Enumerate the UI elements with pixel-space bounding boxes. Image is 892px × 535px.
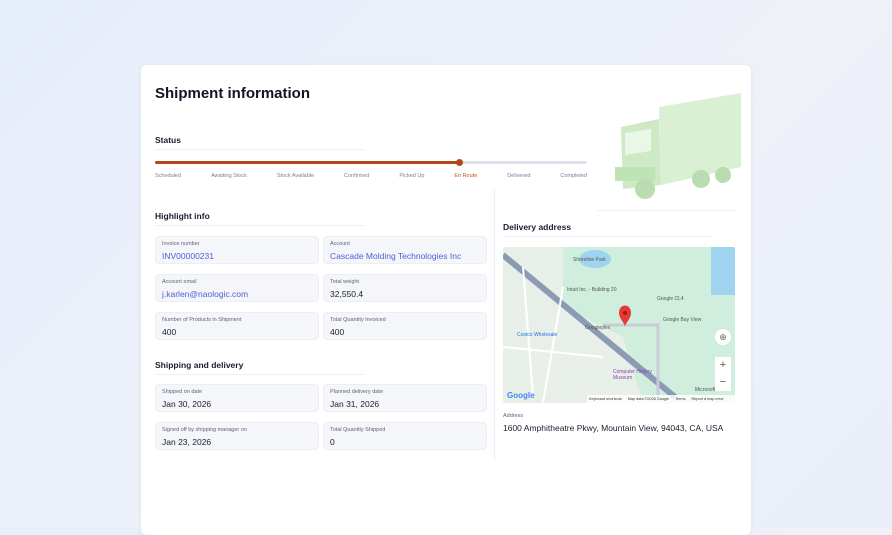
field-value: 400: [162, 327, 177, 337]
status-progress-bar: [155, 158, 587, 166]
google-logo: Google: [507, 391, 535, 400]
address-value: 1600 Amphitheatre Pkwy, Mountain View, 9…: [503, 423, 724, 433]
divider: [503, 236, 713, 237]
map-place[interactable]: Costco Wholesale: [517, 332, 557, 338]
info-field: Account email j.karlen@naologic.com: [155, 274, 319, 302]
map-data-text: Map data ©2026 Google: [627, 397, 670, 401]
info-field: Account Cascade Molding Technologies Inc: [323, 236, 487, 264]
field-value: Jan 23, 2026: [162, 437, 212, 447]
field-label: Account email: [162, 279, 197, 285]
field-value: Jan 30, 2026: [162, 399, 212, 409]
field-label: Total weight: [330, 279, 360, 285]
info-field: Total Quantity Shipped 0: [323, 422, 487, 450]
field-label: Total Quantity Shipped: [330, 427, 386, 433]
status-step: Stock Available: [276, 173, 315, 179]
status-step: Picked Up: [399, 173, 425, 179]
field-label: Shipped on date: [162, 389, 203, 395]
map-place[interactable]: Computer History Museum: [613, 369, 661, 381]
delivery-address-heading: Delivery address: [503, 222, 572, 232]
status-steps: Scheduled Awaiting Stock Stock Available Co…: [155, 173, 587, 179]
map-place[interactable]: Microsoft: [695, 387, 715, 393]
truck-illustration: [601, 89, 741, 204]
info-field: Signed off by shipping manager on Jan 23,…: [155, 422, 319, 450]
column-divider: [494, 190, 495, 460]
field-label: Number of Products in Shipment: [162, 317, 242, 323]
field-label: Planned delivery date: [330, 389, 383, 395]
field-label: Account: [330, 241, 350, 247]
divider: [155, 149, 365, 150]
map-place[interactable]: Google CL4: [657, 296, 684, 302]
report-error-link[interactable]: Report a map error: [692, 397, 724, 401]
info-field: Total Quantity Invoiced 400: [323, 312, 487, 340]
info-field: Shipped on date Jan 30, 2026: [155, 384, 319, 412]
status-label: Status: [155, 135, 181, 145]
map-place[interactable]: Googleplex: [585, 325, 610, 331]
recenter-icon[interactable]: ⊕: [715, 329, 731, 345]
status-progress-fill: [155, 161, 460, 164]
status-step: Delivered: [507, 173, 531, 179]
divider: [155, 225, 365, 226]
page-title: Shipment information: [155, 85, 310, 102]
zoom-out-button[interactable]: −: [715, 374, 731, 391]
field-label: Invoice number: [162, 241, 200, 247]
info-field: Invoice number INV00000231: [155, 236, 319, 264]
field-value: 32,550.4: [330, 289, 364, 299]
delivery-map[interactable]: Shoreline Park Intuit Inc. - Building 20…: [503, 247, 735, 403]
status-current-marker: [456, 158, 464, 166]
divider: [597, 210, 737, 211]
field-value: 400: [330, 327, 345, 337]
map-place[interactable]: Shoreline Park: [573, 257, 606, 263]
status-step: Confirmed: [344, 173, 370, 179]
zoom-in-button[interactable]: +: [715, 357, 731, 374]
status-step: En Route: [454, 173, 478, 179]
info-field: Planned delivery date Jan 31, 2026: [323, 384, 487, 412]
field-value[interactable]: j.karlen@naologic.com: [162, 289, 312, 299]
highlight-info-heading: Highlight info: [155, 211, 210, 221]
field-value: Jan 31, 2026: [330, 399, 380, 409]
keyboard-shortcuts-link[interactable]: Keyboard shortcuts: [589, 397, 622, 401]
field-value[interactable]: INV00000231: [162, 251, 312, 261]
status-step: Scheduled: [155, 173, 181, 179]
map-place[interactable]: Intuit Inc. - Building 20: [567, 287, 616, 293]
shipping-heading: Shipping and delivery: [155, 360, 244, 370]
field-value: 0: [330, 437, 335, 447]
info-field: Total weight 32,550.4: [323, 274, 487, 302]
divider: [155, 374, 365, 375]
address-label: Address: [503, 413, 524, 419]
shipment-card: Shipment information Status Scheduled Awa…: [141, 65, 751, 535]
status-step: Completed: [560, 173, 587, 179]
info-field: Number of Products in Shipment 400: [155, 312, 319, 340]
field-label: Signed off by shipping manager on: [162, 427, 247, 433]
map-place[interactable]: Google Bay View: [663, 317, 701, 323]
terms-link[interactable]: Terms: [675, 397, 685, 401]
field-label: Total Quantity Invoiced: [330, 317, 386, 323]
field-value[interactable]: Cascade Molding Technologies Inc: [330, 251, 480, 261]
status-step: Awaiting Stock: [210, 173, 247, 179]
